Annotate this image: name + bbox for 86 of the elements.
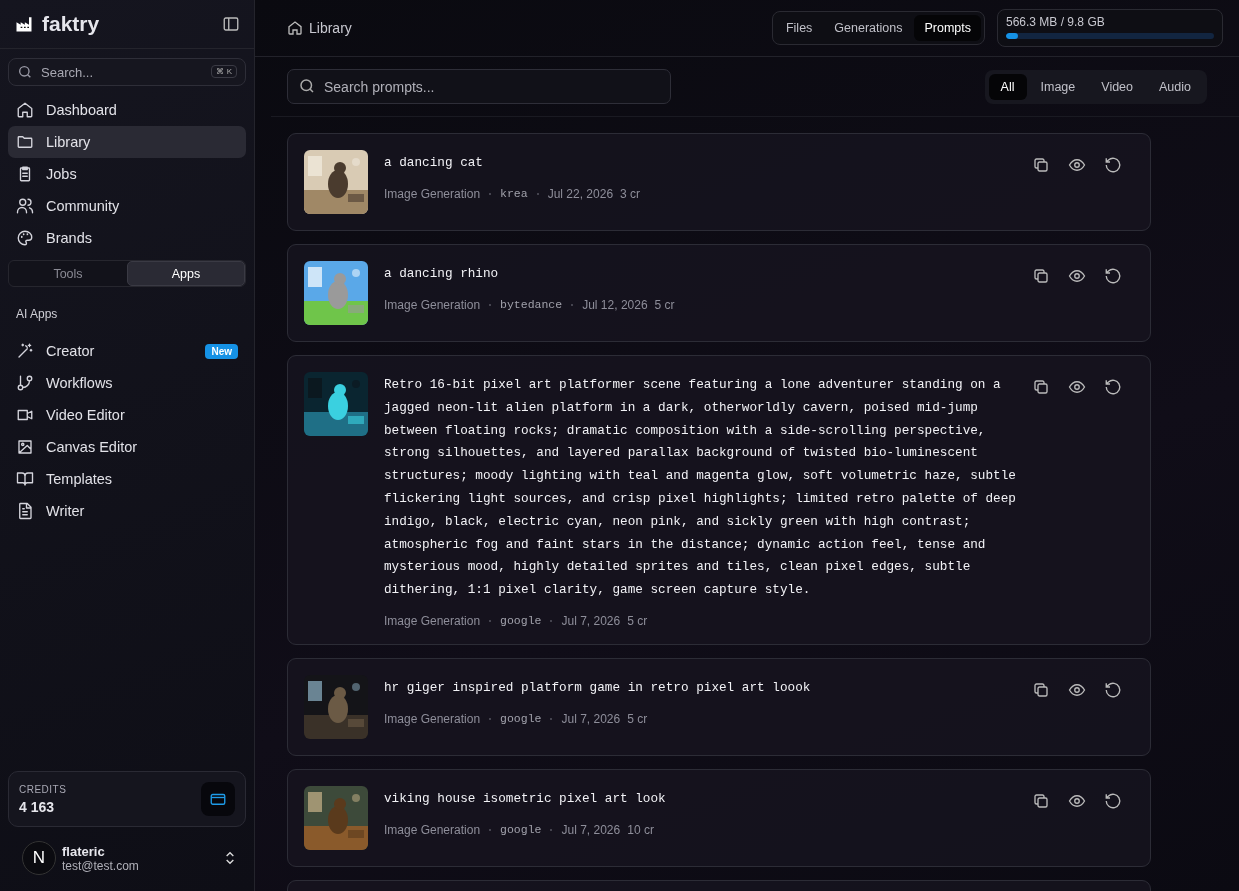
date: Jul 7, 2026 (561, 613, 621, 628)
user-menu[interactable]: N flateric test@test.com (8, 827, 246, 891)
generation-type: Image Generation (384, 186, 481, 201)
nav-item[interactable]: Creator New (8, 335, 246, 367)
reload-icon[interactable] (1104, 156, 1122, 174)
nav-item[interactable]: Canvas Editor (8, 431, 246, 463)
segment-tab[interactable]: Apps (127, 261, 245, 286)
search-icon (17, 64, 33, 80)
reload-icon[interactable] (1104, 791, 1122, 810)
home-icon (16, 101, 34, 119)
view-tab[interactable]: Generations (824, 15, 913, 41)
palette-icon (16, 229, 34, 247)
magic-wand-icon (16, 342, 34, 360)
brand-name: faktry (42, 12, 101, 36)
credit-cost: 10 cr (627, 822, 654, 837)
user-name: flateric (62, 843, 106, 859)
copy-icon[interactable] (1032, 791, 1050, 810)
search-field[interactable]: Search prompts... (287, 69, 671, 104)
credits-label: CREDITS (19, 783, 68, 795)
nav-item[interactable]: Writer (8, 495, 246, 527)
copy-icon[interactable] (1032, 156, 1050, 174)
prompt-text: hr giger inspired platform game in retro pixel art loook (384, 678, 812, 697)
model-name: google (500, 614, 542, 628)
home-icon (287, 20, 303, 36)
nav-item[interactable]: Brands (8, 222, 246, 254)
generation-type: Image Generation (384, 822, 481, 837)
prompt-text: Retro 16-bit pixel art platformer scene featuring a lone adventurer standing on a jagged neon-lit alien platform in a dark, otherworldly cavern, poised mid-jump between floating rocks; dramatic composition with a side-scrolling perspective, strong silhouettes, and layered parallax background of twisted bio-luminescent structures; moody lighting with teal and magenta glow, soft volumetric haze, subtle flickering light sources, and crisp pixel highlights; limited retro palette of deep indigo, black, electric cyan, neon pink, and sickly green with high contrast; atmospheric fog and faint stars in the distance; dynamic action feel, tense and mysterious mood, highly detailed sprites and tiles, clean pixel edges, subtle dithering, 1:1 pixel clarity, game screen capture style. (384, 376, 1016, 600)
nav-item[interactable]: Jobs (8, 158, 246, 190)
filter-tab[interactable]: All (988, 73, 1027, 100)
eye-icon[interactable] (1068, 267, 1086, 285)
nav-item[interactable]: Video Editor (8, 399, 246, 431)
image-icon (16, 438, 34, 456)
filter-tab[interactable]: Audio (1147, 73, 1203, 100)
sidebar-toggle-icon[interactable] (222, 15, 240, 33)
prompt-text: a dancing rhino (384, 265, 500, 283)
view-tab[interactable]: Prompts (914, 15, 981, 41)
copy-icon[interactable] (1032, 378, 1050, 396)
prompt-text: viking house isometric pixel art look (384, 789, 667, 808)
eye-icon[interactable] (1068, 378, 1086, 396)
search-icon (298, 77, 316, 95)
user-email: test@test.com (62, 858, 140, 873)
date: Jul 12, 2026 (582, 297, 648, 312)
credit-cost: 5 cr (654, 297, 675, 312)
model-name: google (500, 823, 542, 837)
eye-icon[interactable] (1068, 156, 1086, 174)
document-icon (16, 502, 34, 520)
nav-item[interactable]: Dashboard (8, 94, 246, 126)
date: Jul 7, 2026 (561, 711, 621, 726)
factory-logo-icon (14, 14, 34, 34)
generation-type: Image Generation (384, 711, 481, 726)
book-icon (16, 470, 34, 488)
storage-reading: 566.3 MB / 9.8 GB (1006, 15, 1106, 29)
credit-cost: 3 cr (620, 186, 641, 201)
section-title: AI Apps (16, 307, 59, 321)
credits-value: 4 163 (19, 798, 56, 815)
nav-item[interactable]: Templates (8, 463, 246, 495)
billing-button[interactable] (201, 782, 235, 816)
view-tab[interactable]: Files (775, 15, 823, 41)
nav-item[interactable]: Library (8, 126, 246, 158)
filter-tab[interactable]: Image (1028, 73, 1088, 100)
new-badge: New (205, 343, 238, 359)
reload-icon[interactable] (1104, 378, 1122, 396)
credit-cost: 5 cr (627, 711, 648, 726)
model-name: google (500, 712, 542, 726)
nav-item[interactable]: Workflows (8, 367, 246, 399)
copy-icon[interactable] (1032, 267, 1050, 285)
credit-cost: 5 cr (627, 613, 648, 628)
avatar: N (22, 841, 56, 875)
folder-icon (16, 133, 34, 151)
filter-tab[interactable]: Video (1089, 73, 1145, 100)
generation-type: Image Generation (384, 613, 481, 628)
generation-type: Image Generation (384, 297, 481, 312)
breadcrumb-link[interactable]: Library (309, 20, 352, 36)
people-icon (16, 197, 34, 215)
reload-icon[interactable] (1104, 680, 1122, 699)
segment-tab[interactable]: Tools (9, 261, 127, 286)
prompt-text: a dancing cat (384, 154, 484, 172)
reload-icon[interactable] (1104, 267, 1122, 285)
shortcut-key: ⌘ K (211, 65, 237, 78)
model-name: bytedance (500, 298, 563, 312)
nav-item[interactable]: Community (8, 190, 246, 222)
copy-icon[interactable] (1032, 680, 1050, 699)
branch-icon (16, 374, 34, 392)
model-name: krea (500, 187, 528, 201)
date: Jul 22, 2026 (547, 186, 614, 201)
date: Jul 7, 2026 (561, 822, 621, 837)
